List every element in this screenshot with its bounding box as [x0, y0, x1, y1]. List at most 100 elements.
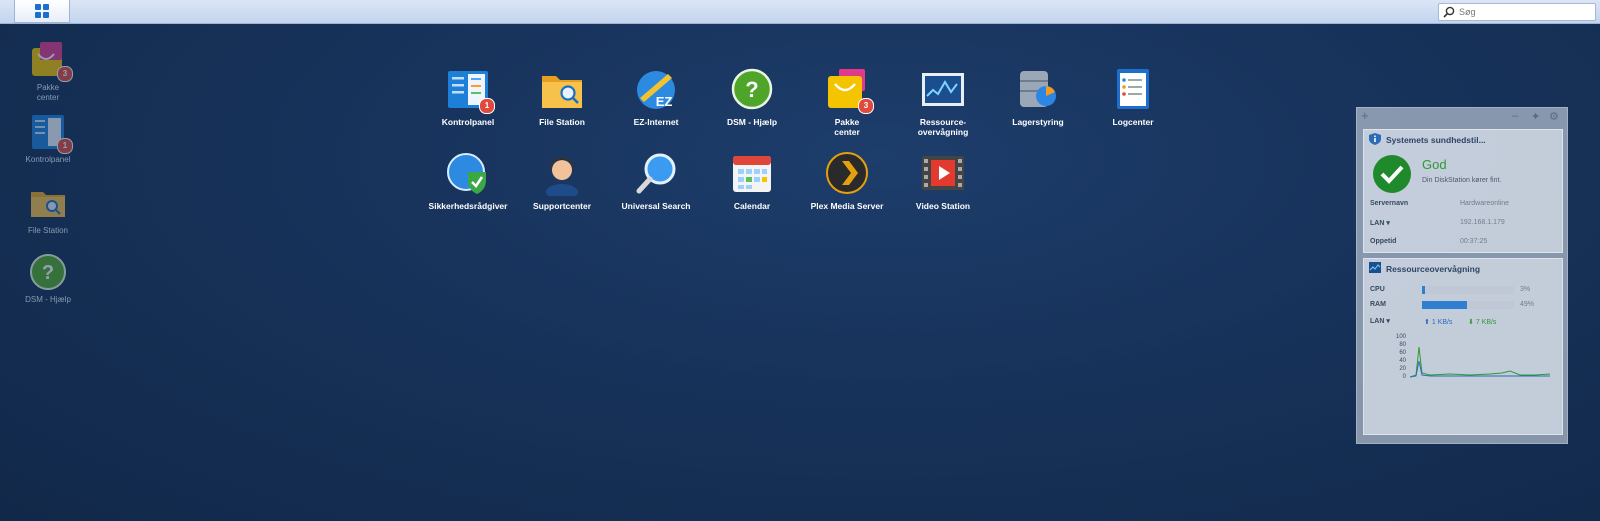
y-tick: 80 — [1399, 342, 1406, 348]
app-label: Lagerstyring — [1012, 117, 1064, 127]
y-tick: 20 — [1399, 366, 1406, 372]
help-icon: ? — [730, 68, 774, 112]
app-calendar[interactable]: Calendar — [706, 152, 798, 211]
cpu-value: 3% — [1520, 286, 1531, 293]
lan-resource-dropdown[interactable]: LAN ▾ — [1370, 317, 1390, 325]
health-card-title: Systemets sundhedstil... — [1364, 130, 1562, 149]
checkmark-icon — [1373, 155, 1411, 193]
ez-internet-icon: EZ — [634, 68, 678, 112]
widget-toolbar: + – ✦ ⚙ — [1357, 108, 1567, 126]
chart-y-axis: 100 80 60 40 20 0 — [1392, 333, 1406, 381]
desktop-shortcut-control-panel[interactable]: 1 Kontrolpanel — [8, 112, 88, 165]
shortcut-label: Pakke center — [36, 83, 60, 102]
badge-count: 3 — [57, 66, 73, 82]
y-tick: 100 — [1395, 334, 1406, 340]
add-widget-button[interactable]: + — [1361, 108, 1369, 123]
app-supportcenter[interactable]: Supportcenter — [516, 152, 608, 211]
ram-value: 49% — [1520, 301, 1535, 308]
search-box[interactable] — [1438, 3, 1596, 21]
widget-settings-button[interactable]: ⚙ — [1549, 110, 1559, 123]
info-icon — [1369, 133, 1381, 145]
app-universal-search[interactable]: Universal Search — [610, 152, 702, 211]
svg-text:EZ: EZ — [656, 94, 673, 109]
resource-title: Ressourceovervågning — [1386, 264, 1481, 274]
resource-monitor-icon — [1369, 262, 1381, 273]
upload-value: 1 KB/s — [1431, 319, 1453, 326]
package-center-icon: 3 — [28, 40, 73, 82]
shortcut-label: Kontrolpanel — [25, 155, 71, 164]
main-menu-button[interactable] — [14, 0, 70, 23]
download-rate: ⬇ 7 KB/s — [1468, 318, 1496, 326]
app-plex-media-server[interactable]: Plex Media Server — [801, 152, 893, 211]
y-tick: 0 — [1402, 374, 1406, 380]
network-chart — [1410, 335, 1550, 378]
ram-label: RAM — [1370, 301, 1386, 308]
badge-count: 1 — [57, 138, 73, 154]
y-tick: 60 — [1399, 350, 1406, 356]
cpu-bar — [1422, 286, 1514, 294]
desktop-shortcut-package-center[interactable]: 3 Pakke center — [8, 40, 88, 103]
download-value: 7 KB/s — [1475, 319, 1497, 326]
app-file-station[interactable]: File Station — [516, 68, 608, 127]
app-label: Video Station — [915, 201, 971, 211]
shortcut-label: DSM - Hjælp — [25, 295, 71, 304]
app-lagerstyring[interactable]: Lagerstyring — [992, 68, 1084, 127]
app-label: Ressource- overvågning — [917, 117, 969, 137]
widget-panel: + – ✦ ⚙ Systemets sundhedstil... God Din… — [1356, 107, 1568, 444]
app-ressource-overvaagning[interactable]: Ressource- overvågning — [897, 68, 989, 137]
lan-ip-value: 192.168.1.179 — [1460, 219, 1505, 226]
search-input[interactable] — [1456, 7, 1592, 17]
resource-card: Ressourceovervågning CPU 3% RAM 49% LAN … — [1363, 258, 1563, 435]
health-message: Din DiskStation kører fint. — [1422, 177, 1502, 184]
minimize-widgets-button[interactable]: – — [1512, 110, 1518, 122]
app-label: Plex Media Server — [810, 201, 884, 211]
health-title: Systemets sundhedstil... — [1386, 135, 1486, 145]
app-ez-internet[interactable]: EZ EZ-Internet — [610, 68, 702, 127]
download-series — [1410, 346, 1550, 378]
shortcut-label: File Station — [27, 226, 69, 235]
badge-count: 3 — [858, 98, 874, 114]
app-label: Calendar — [733, 201, 771, 211]
app-kontrolpanel[interactable]: 1 Kontrolpanel — [422, 68, 514, 127]
ram-bar-fill — [1422, 301, 1468, 309]
app-label: Logcenter — [1112, 117, 1154, 127]
upload-rate: ⬆ 1 KB/s — [1424, 318, 1452, 326]
health-card: Systemets sundhedstil... God Din DiskSta… — [1363, 129, 1563, 253]
desktop-shortcut-file-station[interactable]: File Station — [8, 183, 88, 236]
plex-icon — [825, 152, 869, 196]
resource-monitor-icon — [921, 68, 965, 112]
help-icon: ? — [28, 252, 68, 292]
app-label: Universal Search — [621, 201, 691, 211]
log-center-icon — [1111, 68, 1155, 112]
resource-card-title: Ressourceovervågning — [1364, 259, 1562, 278]
servername-value: Hardwareonline — [1460, 200, 1510, 207]
svg-text:?: ? — [745, 77, 758, 102]
app-video-station[interactable]: Video Station — [897, 152, 989, 211]
upload-arrow-icon: ⬆ — [1424, 319, 1432, 326]
cpu-label: CPU — [1370, 286, 1385, 293]
svg-text:?: ? — [42, 262, 54, 284]
health-status: God — [1422, 157, 1447, 172]
app-label: File Station — [539, 117, 585, 127]
pin-widgets-button[interactable]: ✦ — [1531, 110, 1540, 123]
app-label: Kontrolpanel — [441, 117, 495, 127]
folder-icon — [540, 68, 584, 112]
app-pakke-center[interactable]: 3 Pakke center — [801, 68, 893, 137]
app-label: Supportcenter — [532, 201, 592, 211]
app-logcenter[interactable]: Logcenter — [1087, 68, 1179, 127]
lan-dropdown[interactable]: LAN ▾ — [1370, 219, 1390, 227]
universal-search-icon — [634, 152, 678, 196]
folder-icon — [28, 183, 68, 223]
control-panel-icon: 1 — [446, 68, 495, 114]
security-advisor-icon — [446, 152, 490, 196]
package-center-icon: 3 — [825, 68, 874, 114]
y-tick: 40 — [1399, 358, 1406, 364]
app-label: EZ-Internet — [633, 117, 679, 127]
uptime-value: 00:37:25 — [1460, 238, 1488, 245]
app-label: Sikkerhedsrådgiver — [428, 201, 508, 211]
storage-manager-icon — [1016, 68, 1060, 112]
desktop-shortcut-dsm-help[interactable]: ? DSM - Hjælp — [8, 252, 88, 305]
uptime-label: Oppetid — [1370, 238, 1397, 245]
app-dsm-help[interactable]: ? DSM - Hjælp — [706, 68, 798, 127]
app-sikkerhedsraadgiver[interactable]: Sikkerhedsrådgiver — [422, 152, 514, 211]
